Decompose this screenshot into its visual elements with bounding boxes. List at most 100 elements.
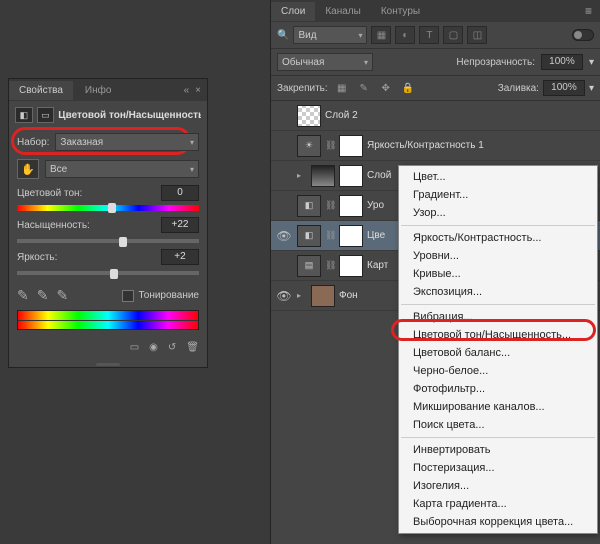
targeted-adj-icon[interactable]: ✋ [17,159,39,179]
menu-item-pattern[interactable]: Узор... [399,204,597,222]
lock-pixels-icon[interactable]: ✎ [356,81,372,95]
hue-slider[interactable] [17,205,199,211]
chevron-down-icon[interactable]: ▾ [589,57,594,68]
lock-all-icon[interactable]: 🔒 [400,81,416,95]
blend-mode-dropdown[interactable]: Обычная▾ [277,53,373,71]
layer-name[interactable]: Слой [367,170,391,181]
panel-grip[interactable] [9,361,207,367]
menu-item-channel-mixer[interactable]: Микширование каналов... [399,398,597,416]
menu-item-threshold[interactable]: Изогелия... [399,477,597,495]
mask-thumb[interactable] [339,255,363,277]
adjustment-thumb: ◧ [297,195,321,217]
chevron-down-icon: ▾ [190,138,194,147]
adjustment-thumb: ◧ [297,225,321,247]
filter-pixel-icon[interactable]: ▦ [371,26,391,44]
lightness-slider[interactable] [17,271,199,275]
menu-item-black-white[interactable]: Черно-белое... [399,362,597,380]
mask-thumb[interactable] [339,195,363,217]
lock-transparent-icon[interactable]: ▦ [334,81,350,95]
layer-name[interactable]: Карт [367,260,388,271]
layer-name[interactable]: Уро [367,200,384,211]
trash-icon[interactable]: 🗑 [186,342,199,353]
chevron-down-icon: ▾ [190,165,194,174]
filter-smart-icon[interactable]: ◫ [467,26,487,44]
close-icon[interactable]: × [195,85,201,96]
menu-item-brightness-contrast[interactable]: Яркость/Контрастность... [399,229,597,247]
layer-thumb [311,285,335,307]
properties-header: Свойства Инфо « × [9,79,207,101]
layer-row[interactable]: ☀ ⛓ Яркость/Контрастность 1 [271,131,600,161]
layer-name[interactable]: Слой 2 [325,110,358,121]
colorize-checkbox[interactable] [122,290,134,302]
chain-icon[interactable]: ⛓ [325,230,335,241]
tab-paths[interactable]: Контуры [371,2,430,21]
saturation-slider[interactable] [17,239,199,243]
filter-adjust-icon[interactable]: ◐ [395,26,415,44]
eyedropper-plus-icon[interactable]: ✎ [37,287,49,304]
filter-shape-icon[interactable]: ▢ [443,26,463,44]
menu-item-selective-color[interactable]: Выборочная коррекция цвета... [399,513,597,531]
properties-panel: Свойства Инфо « × ◧ ▭ Цветовой тон/Насыщ… [8,78,208,368]
range-dropdown[interactable]: Все ▾ [45,160,199,178]
menu-item-vibrance[interactable]: Вибрация... [399,308,597,326]
visibility-icon[interactable]: 👁 [275,229,293,243]
filter-type-icon[interactable]: T [419,26,439,44]
menu-item-color-lookup[interactable]: Поиск цвета... [399,416,597,434]
layer-name[interactable]: Цве [367,230,385,241]
menu-item-photo-filter[interactable]: Фотофильтр... [399,380,597,398]
preset-dropdown[interactable]: Заказная ▾ [55,133,199,151]
tab-info[interactable]: Инфо [75,81,122,100]
filter-toggle[interactable] [572,29,594,41]
menu-item-gradient-map[interactable]: Карта градиента... [399,495,597,513]
expand-icon[interactable]: ▸ [297,171,307,180]
preset-label: Набор: [17,137,49,148]
menu-item-color[interactable]: Цвет... [399,168,597,186]
expand-icon[interactable]: ▸ [297,291,307,300]
menu-item-invert[interactable]: Инвертировать [399,441,597,459]
hue-value[interactable]: 0 [161,185,199,201]
tab-channels[interactable]: Каналы [315,2,371,21]
panel-menu-icon[interactable]: ≡ [577,4,600,18]
saturation-label: Насыщенность: [17,220,90,231]
lock-position-icon[interactable]: ✥ [378,81,394,95]
menu-separator [401,437,595,438]
menu-item-levels[interactable]: Уровни... [399,247,597,265]
fill-value[interactable]: 100% [543,80,585,96]
menu-item-gradient[interactable]: Градиент... [399,186,597,204]
adjustment-icon: ◧ [15,107,33,123]
tab-layers[interactable]: Слои [271,2,315,21]
menu-item-exposure[interactable]: Экспозиция... [399,283,597,301]
tab-properties[interactable]: Свойства [9,81,73,100]
layer-row[interactable]: Слой 2 [271,101,600,131]
view-previous-icon[interactable]: ◉ [149,342,158,353]
opacity-value[interactable]: 100% [541,54,583,70]
reset-icon[interactable]: ↺ [168,342,176,353]
visibility-icon[interactable]: 👁 [275,289,293,303]
layer-name[interactable]: Фон [339,290,358,301]
lightness-value[interactable]: +2 [161,249,199,265]
mask-thumb[interactable] [339,135,363,157]
eyedropper-icon[interactable]: ✎ [17,287,29,304]
filter-kind-dropdown[interactable]: Вид▾ [293,26,367,44]
saturation-value[interactable]: +22 [161,217,199,233]
menu-item-curves[interactable]: Кривые... [399,265,597,283]
mask-icon[interactable]: ▭ [37,107,55,123]
mask-thumb[interactable] [339,165,363,187]
menu-item-color-balance[interactable]: Цветовой баланс... [399,344,597,362]
layer-name[interactable]: Яркость/Контрастность 1 [367,140,484,151]
mask-thumb[interactable] [339,225,363,247]
chevron-down-icon[interactable]: ▾ [589,83,594,94]
eyedropper-minus-icon[interactable]: ✎ [56,287,68,304]
lock-label: Закрепить: [277,83,328,94]
clip-icon[interactable]: ▭ [130,342,139,353]
adjustment-thumb: ▤ [297,255,321,277]
menu-item-posterize[interactable]: Постеризация... [399,459,597,477]
chain-icon[interactable]: ⛓ [325,260,335,271]
menu-item-hue-saturation[interactable]: Цветовой тон/Насыщенность... [399,326,597,344]
chain-icon[interactable]: ⛓ [325,140,335,151]
new-adjustment-layer-menu: Цвет... Градиент... Узор... Яркость/Конт… [398,165,598,534]
collapse-icon[interactable]: « [184,85,190,96]
chain-icon[interactable]: ⛓ [325,200,335,211]
search-icon: 🔍 [277,30,289,41]
adjustment-title: Цветовой тон/Насыщенность [58,110,201,121]
